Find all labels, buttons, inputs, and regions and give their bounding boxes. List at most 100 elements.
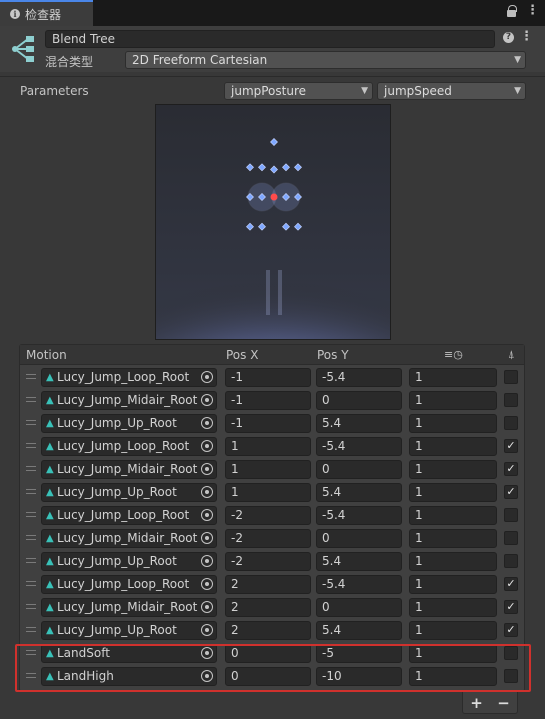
table-row[interactable]: ▲ Lucy_Jump_Up_Root -1 5.4 1 [20, 412, 524, 435]
motion-clip-field[interactable]: ▲ Lucy_Jump_Midair_Root [41, 391, 217, 410]
motion-clip-field[interactable]: ▲ Lucy_Jump_Up_Root [41, 414, 217, 433]
mirror-checkbox[interactable] [504, 370, 518, 384]
drag-handle-icon[interactable] [26, 397, 36, 402]
pos-x-field[interactable]: -2 [225, 552, 311, 571]
mirror-checkbox[interactable] [504, 508, 518, 522]
table-row[interactable]: ▲ Lucy_Jump_Midair_Root -2 0 1 [20, 527, 524, 550]
blend-type-dropdown[interactable]: 2D Freeform Cartesian ▼ [125, 51, 526, 69]
pos-y-field[interactable]: -5.4 [316, 368, 402, 387]
pos-y-field[interactable]: -5.4 [316, 575, 402, 594]
mirror-checkbox[interactable]: ✓ [504, 462, 518, 476]
pos-x-field[interactable]: -1 [225, 391, 311, 410]
pos-y-field[interactable]: 0 [316, 529, 402, 548]
object-picker-icon[interactable] [201, 578, 213, 590]
pos-y-field[interactable]: 5.4 [316, 414, 402, 433]
pos-y-field[interactable]: 5.4 [316, 483, 402, 502]
object-picker-icon[interactable] [201, 440, 213, 452]
table-row[interactable]: ▲ Lucy_Jump_Loop_Root 2 -5.4 1 ✓ [20, 573, 524, 596]
pos-y-field[interactable]: -5.4 [316, 437, 402, 456]
tab-menu-icon[interactable]: ⋮ [526, 4, 539, 17]
motion-clip-field[interactable]: ▲ Lucy_Jump_Midair_Root [41, 460, 217, 479]
tab-inspector[interactable]: i 检查器 [0, 0, 93, 26]
object-picker-icon[interactable] [201, 486, 213, 498]
mirror-checkbox[interactable]: ✓ [504, 577, 518, 591]
drag-handle-icon[interactable] [26, 581, 36, 586]
speed-field[interactable]: 1 [409, 552, 497, 571]
table-row[interactable]: ▲ Lucy_Jump_Up_Root 1 5.4 1 ✓ [20, 481, 524, 504]
drag-handle-icon[interactable] [26, 535, 36, 540]
drag-handle-icon[interactable] [26, 489, 36, 494]
speed-field[interactable]: 1 [409, 414, 497, 433]
object-picker-icon[interactable] [201, 394, 213, 406]
object-picker-icon[interactable] [201, 624, 213, 636]
param-y-dropdown[interactable]: jumpSpeed ▼ [377, 82, 526, 100]
pos-x-field[interactable]: -1 [225, 414, 311, 433]
pos-y-field[interactable]: 5.4 [316, 621, 402, 640]
pos-x-field[interactable]: 2 [225, 575, 311, 594]
speed-field[interactable]: 1 [409, 506, 497, 525]
pos-y-field[interactable]: 5.4 [316, 552, 402, 571]
table-row[interactable]: ▲ Lucy_Jump_Up_Root -2 5.4 1 [20, 550, 524, 573]
mirror-checkbox[interactable] [504, 393, 518, 407]
object-picker-icon[interactable] [201, 532, 213, 544]
speed-field[interactable]: 1 [409, 598, 497, 617]
mirror-checkbox[interactable]: ✓ [504, 485, 518, 499]
pos-x-field[interactable]: -2 [225, 506, 311, 525]
speed-field[interactable]: 1 [409, 437, 497, 456]
object-picker-icon[interactable] [201, 509, 213, 521]
table-row[interactable]: ▲ Lucy_Jump_Midair_Root -1 0 1 [20, 389, 524, 412]
current-parameter-point[interactable] [270, 193, 278, 201]
param-x-dropdown[interactable]: jumpPosture ▼ [224, 82, 373, 100]
motion-clip-field[interactable]: ▲ Lucy_Jump_Up_Root [41, 552, 217, 571]
pos-y-field[interactable]: -5.4 [316, 506, 402, 525]
speed-field[interactable]: 1 [409, 575, 497, 594]
motion-clip-field[interactable]: ▲ Lucy_Jump_Up_Root [41, 621, 217, 640]
speed-field[interactable]: 1 [409, 368, 497, 387]
drag-handle-icon[interactable] [26, 420, 36, 425]
pos-y-field[interactable]: 0 [316, 460, 402, 479]
mirror-checkbox[interactable] [504, 531, 518, 545]
object-picker-icon[interactable] [201, 417, 213, 429]
speed-field[interactable]: 1 [409, 621, 497, 640]
drag-handle-icon[interactable] [26, 558, 36, 563]
component-menu-icon[interactable]: ⋮ [520, 29, 533, 44]
pos-x-field[interactable]: 1 [225, 437, 311, 456]
speed-field[interactable]: 1 [409, 483, 497, 502]
pos-x-field[interactable]: -2 [225, 529, 311, 548]
table-row[interactable]: ▲ Lucy_Jump_Loop_Root 1 -5.4 1 ✓ [20, 435, 524, 458]
motion-clip-field[interactable]: ▲ Lucy_Jump_Midair_Root [41, 529, 217, 548]
table-row[interactable]: ▲ Lucy_Jump_Loop_Root -1 -5.4 1 [20, 366, 524, 389]
speed-field[interactable]: 1 [409, 529, 497, 548]
drag-handle-icon[interactable] [26, 443, 36, 448]
table-row[interactable]: ▲ Lucy_Jump_Midair_Root 2 0 1 ✓ [20, 596, 524, 619]
motion-clip-field[interactable]: ▲ Lucy_Jump_Midair_Root [41, 598, 217, 617]
object-picker-icon[interactable] [201, 601, 213, 613]
pos-y-field[interactable]: 0 [316, 391, 402, 410]
table-row[interactable]: ▲ Lucy_Jump_Up_Root 2 5.4 1 ✓ [20, 619, 524, 642]
remove-motion-button[interactable]: − [497, 694, 510, 712]
mirror-checkbox[interactable] [504, 416, 518, 430]
motion-clip-field[interactable]: ▲ Lucy_Jump_Loop_Root [41, 575, 217, 594]
mirror-checkbox[interactable]: ✓ [504, 623, 518, 637]
motion-clip-field[interactable]: ▲ Lucy_Jump_Loop_Root [41, 437, 217, 456]
drag-handle-icon[interactable] [26, 627, 36, 632]
object-picker-icon[interactable] [201, 463, 213, 475]
table-row[interactable]: ▲ Lucy_Jump_Loop_Root -2 -5.4 1 [20, 504, 524, 527]
drag-handle-icon[interactable] [26, 604, 36, 609]
speed-field[interactable]: 1 [409, 460, 497, 479]
table-row[interactable]: ▲ Lucy_Jump_Midair_Root 1 0 1 ✓ [20, 458, 524, 481]
motion-clip-field[interactable]: ▲ Lucy_Jump_Loop_Root [41, 368, 217, 387]
object-picker-icon[interactable] [201, 371, 213, 383]
pos-x-field[interactable]: 1 [225, 460, 311, 479]
pos-x-field[interactable]: 2 [225, 598, 311, 617]
blend-graph[interactable] [155, 104, 391, 340]
pos-y-field[interactable]: 0 [316, 598, 402, 617]
pos-x-field[interactable]: -1 [225, 368, 311, 387]
pos-x-field[interactable]: 1 [225, 483, 311, 502]
help-icon[interactable]: ? [503, 32, 514, 43]
lock-icon[interactable] [507, 4, 517, 17]
mirror-checkbox[interactable]: ✓ [504, 600, 518, 614]
drag-handle-icon[interactable] [26, 374, 36, 379]
blend-tree-name-field[interactable]: Blend Tree [45, 30, 495, 48]
motion-clip-field[interactable]: ▲ Lucy_Jump_Up_Root [41, 483, 217, 502]
